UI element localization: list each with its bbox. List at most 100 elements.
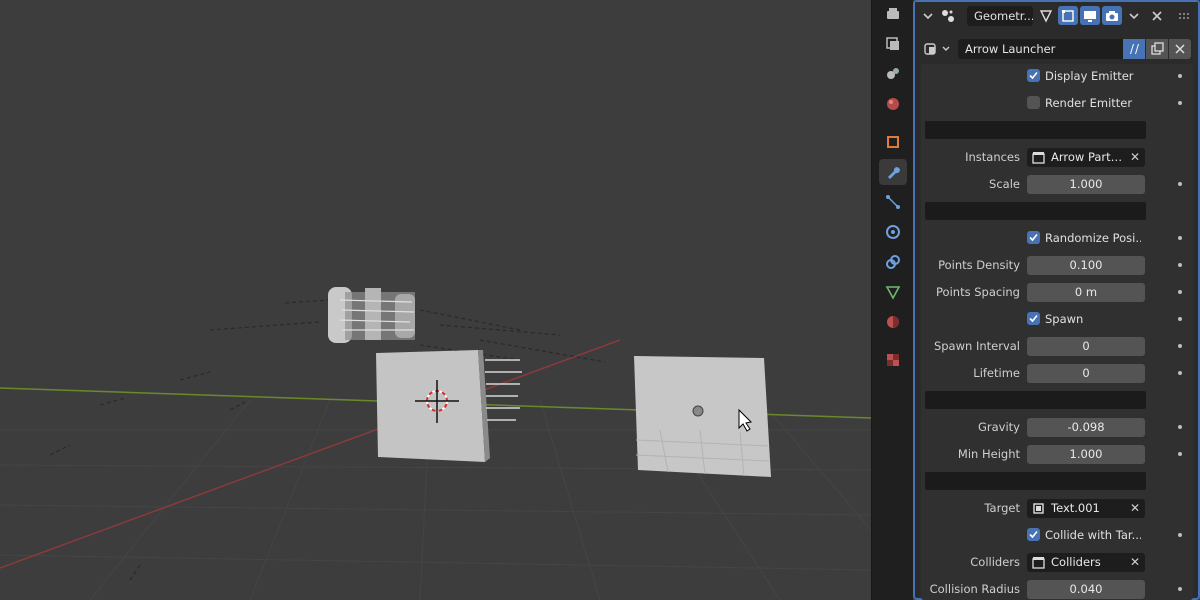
3d-viewport[interactable] [0,0,871,600]
randomize-position-checkbox[interactable] [1027,231,1040,244]
geometry-nodes-icon [939,7,957,25]
clear-icon[interactable]: ✕ [1129,499,1141,518]
node-group-name-field[interactable]: Arrow Launcher [958,39,1123,59]
lifetime-label: Lifetime [973,366,1020,380]
render-emitter-label: Render Emitter [1045,96,1133,110]
target-plane [634,356,771,477]
duplicate-button[interactable] [1146,39,1168,59]
min-height-field[interactable]: 1.000 [1027,445,1145,464]
points-spacing-field[interactable]: 0 m [1027,283,1145,302]
tab-material[interactable] [879,309,907,335]
tab-data[interactable] [879,279,907,305]
colliders-label: Colliders [970,555,1020,569]
properties-tab-column [871,0,913,600]
keyframe-dot[interactable] [1178,587,1182,591]
spawn-interval-field[interactable]: 0 [1027,337,1145,356]
blender-window: Geometr... Arrow Launcher Display Emitte… [0,0,1200,600]
keyframe-dot[interactable] [1178,452,1182,456]
collide-with-target-checkbox[interactable] [1027,528,1040,541]
display-emitter-row: Display Emitter [921,66,1193,86]
object-icon [1031,501,1046,516]
scale-field[interactable]: 1.000 [1027,175,1145,194]
display-emitter-checkbox[interactable] [1027,69,1040,82]
colliders-field[interactable]: Colliders ✕ [1027,553,1145,572]
keyframe-dot[interactable] [1178,263,1182,267]
tool-icon [887,8,899,19]
spawn-checkbox[interactable] [1027,312,1040,325]
tab-tool[interactable] [879,2,907,28]
tab-render[interactable] [879,31,907,57]
fake-user-button[interactable] [1123,39,1145,59]
instances-row: Instances Arrow Parti... ✕ [921,147,1193,167]
viewport-scene [0,287,871,600]
colliders-value: Colliders [1051,555,1101,569]
spawn-interval-label: Spawn Interval [933,339,1020,353]
close-icon[interactable] [1148,7,1166,25]
render-emitter-checkbox[interactable] [1027,96,1040,109]
keyframe-dot[interactable] [1178,74,1182,78]
editmode-icon [1062,9,1074,22]
tab-particles[interactable] [879,189,907,215]
collision-radius-field[interactable]: 0.040 [1027,580,1145,599]
tab-physics[interactable] [879,219,907,245]
keyframe-dot[interactable] [1178,182,1182,186]
realtime-toggle[interactable] [1080,6,1100,25]
arrow-particles-cluster [328,287,415,343]
collision-radius-row: Collision Radius 0.040 [921,579,1193,599]
clear-icon[interactable]: ✕ [1129,148,1141,167]
scale-row: Scale 1.000 [921,174,1193,194]
world-icon [887,98,899,110]
wrench-icon [888,167,900,179]
chevron-down-icon[interactable] [919,7,937,25]
output-icon [887,68,899,79]
points-density-field[interactable]: 0.100 [1027,256,1145,275]
min-height-row: Min Height 1.000 [921,444,1193,464]
instances-field[interactable]: Arrow Parti... ✕ [1027,148,1145,167]
fake-user-icon [1130,44,1139,54]
gravity-label: Gravity [977,420,1020,434]
tab-modifier[interactable] [879,159,907,185]
keyframe-dot[interactable] [1178,533,1182,537]
keyframe-dot[interactable] [1178,344,1182,348]
node-tree-browse[interactable] [923,39,957,59]
collection-icon [1031,555,1046,570]
dropdown-icon[interactable] [1125,7,1143,25]
colliders-row: Colliders Colliders ✕ [921,552,1193,572]
keyframe-dot[interactable] [1178,317,1182,321]
collision-radius-label: Collision Radius [929,582,1020,596]
keyframe-dot[interactable] [1178,371,1182,375]
spawn-row: Spawn [921,309,1193,329]
monitor-icon [1084,10,1096,22]
physics-icon [886,225,900,239]
separator-bar [925,472,1146,490]
target-field[interactable]: Text.001 ✕ [1027,499,1145,518]
points-density-label: Points Density [938,258,1020,272]
editmode-toggle[interactable] [1058,6,1078,25]
keyframe-dot[interactable] [1178,425,1182,429]
instances-value: Arrow Parti... [1051,150,1123,164]
unlink-icon [1175,44,1185,54]
lifetime-field[interactable]: 0 [1027,364,1145,383]
editmode-cage-button[interactable] [1036,6,1056,25]
modifier-inputs: Display Emitter Render Emitter Instances… [921,64,1193,600]
tab-texture[interactable] [879,347,907,373]
unlink-button[interactable] [1169,39,1191,59]
drag-handle-icon[interactable] [1176,7,1194,25]
modifier-name-field[interactable]: Geometr... [967,6,1033,26]
tab-object[interactable] [879,129,907,155]
randomize-position-row: Randomize Posi... [921,228,1193,248]
gravity-field[interactable]: -0.098 [1027,418,1145,437]
separator-bar [925,202,1146,220]
keyframe-dot[interactable] [1178,101,1182,105]
emitter-cube [376,350,522,462]
keyframe-dot[interactable] [1178,290,1182,294]
tab-world[interactable] [879,91,907,117]
tab-output[interactable] [879,61,907,87]
clear-icon[interactable]: ✕ [1129,553,1141,572]
duplicate-icon [1151,42,1164,55]
points-density-row: Points Density 0.100 [921,255,1193,275]
render-icon [886,37,899,50]
tab-constraints[interactable] [879,249,907,275]
keyframe-dot[interactable] [1178,236,1182,240]
render-toggle[interactable] [1102,6,1122,25]
